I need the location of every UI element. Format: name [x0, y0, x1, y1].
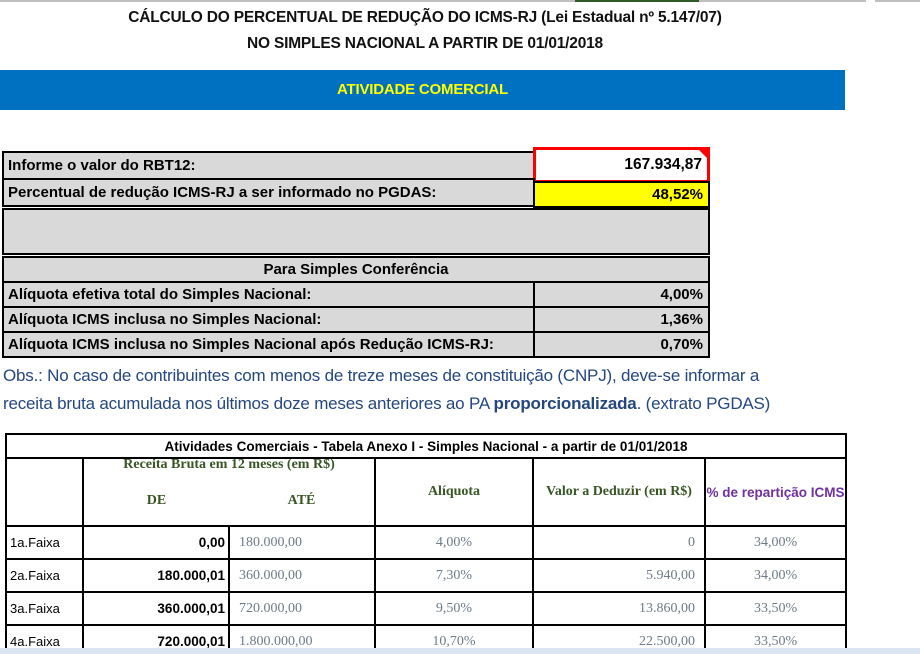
conference-row-value: 4,00%	[533, 281, 710, 308]
page-title-line1: CÁLCULO DO PERCENTUAL DE REDUÇÃO DO ICMS…	[128, 9, 722, 26]
pgdas-reduction-label: Percentual de redução ICMS-RJ a ser info…	[2, 178, 535, 207]
deduzir-cell: 0	[532, 525, 706, 560]
note-line2: receita bruta acumulada nos últimos doze…	[3, 394, 771, 413]
page-title: CÁLCULO DO PERCENTUAL DE REDUÇÃO DO ICMS…	[0, 5, 850, 57]
rbt12-value: 167.934,87	[624, 156, 702, 173]
reparticao-cell: 34,00%	[703, 525, 848, 560]
top-border-green-segment	[575, 0, 699, 2]
aliquota-column-header: Alíquota	[374, 457, 534, 527]
activity-banner: ATIVIDADE COMERCIAL	[0, 70, 845, 110]
top-border-line	[0, 0, 920, 2]
rbt12-input-cell[interactable]: 167.934,87	[533, 147, 710, 183]
ate-cell: 360.000,00	[228, 558, 376, 593]
table-title: Atividades Comerciais - Tabela Anexo I -…	[4, 433, 848, 459]
note-text: Obs.: No caso de contribuintes com menos…	[3, 362, 883, 418]
calculator-section: Informe o valor do RBT12: 167.934,87 Per…	[2, 147, 710, 363]
table-row: 2a.Faixa 180.000,01 360.000,00 7,30% 5.9…	[5, 558, 848, 593]
conference-header: Para Simples Conferência	[2, 256, 710, 283]
table-row: 3a.Faixa 360.000,01 720.000,00 9,50% 13.…	[5, 591, 848, 626]
spacer-cell	[2, 208, 710, 255]
comment-indicator-icon	[699, 150, 707, 158]
de-cell: 180.000,01	[82, 558, 230, 593]
conference-row-label: Alíquota ICMS inclusa no Simples Naciona…	[2, 306, 535, 333]
de-column-header: DE	[146, 493, 167, 508]
reparticao-cell: 34,00%	[703, 558, 848, 593]
faixa-cell: 2a.Faixa	[5, 558, 84, 593]
ate-column-header: ATÉ	[287, 493, 316, 508]
valor-deduzir-column-header: Valor a Deduzir (em R$)	[532, 457, 706, 527]
ate-cell: 180.000,00	[228, 525, 376, 560]
faixa-cell: 3a.Faixa	[5, 591, 84, 626]
table-row: 1a.Faixa 0,00 180.000,00 4,00% 0 34,00%	[5, 525, 848, 560]
note-line1: Obs.: No caso de contribuintes com menos…	[3, 366, 760, 385]
conference-row-label: Alíquota ICMS inclusa no Simples Naciona…	[2, 331, 535, 358]
aliquota-cell: 9,50%	[374, 591, 534, 626]
deduzir-cell: 5.940,00	[532, 558, 706, 593]
de-cell: 360.000,01	[82, 591, 230, 626]
ate-cell: 720.000,00	[228, 591, 376, 626]
faixa-column-header	[5, 457, 84, 527]
reparticao-icms-column-header: % de repartição ICMS	[703, 457, 848, 527]
reparticao-cell: 33,50%	[703, 591, 848, 626]
spreadsheet-view: CÁLCULO DO PERCENTUAL DE REDUÇÃO DO ICMS…	[0, 0, 920, 654]
de-cell: 0,00	[82, 525, 230, 560]
bottom-strip	[0, 648, 920, 654]
page-title-line2: NO SIMPLES NACIONAL A PARTIR DE 01/01/20…	[247, 35, 603, 52]
deduzir-cell: 13.860,00	[532, 591, 706, 626]
top-border-gap	[866, 0, 875, 2]
conference-row-value: 1,36%	[533, 306, 710, 333]
conference-row-value: 0,70%	[533, 331, 710, 358]
aliquota-cell: 4,00%	[374, 525, 534, 560]
receita-bruta-header: Receita Bruta em 12 meses (em R$) DE ATÉ	[82, 457, 376, 527]
conference-row-label: Alíquota efetiva total do Simples Nacion…	[2, 281, 535, 308]
rbt12-label: Informe o valor do RBT12:	[2, 151, 535, 180]
aliquota-cell: 7,30%	[374, 558, 534, 593]
faixa-cell: 1a.Faixa	[5, 525, 84, 560]
pgdas-reduction-result-cell: 48,52%	[533, 181, 710, 208]
anexo-i-table: Atividades Comerciais - Tabela Anexo I -…	[4, 433, 848, 654]
